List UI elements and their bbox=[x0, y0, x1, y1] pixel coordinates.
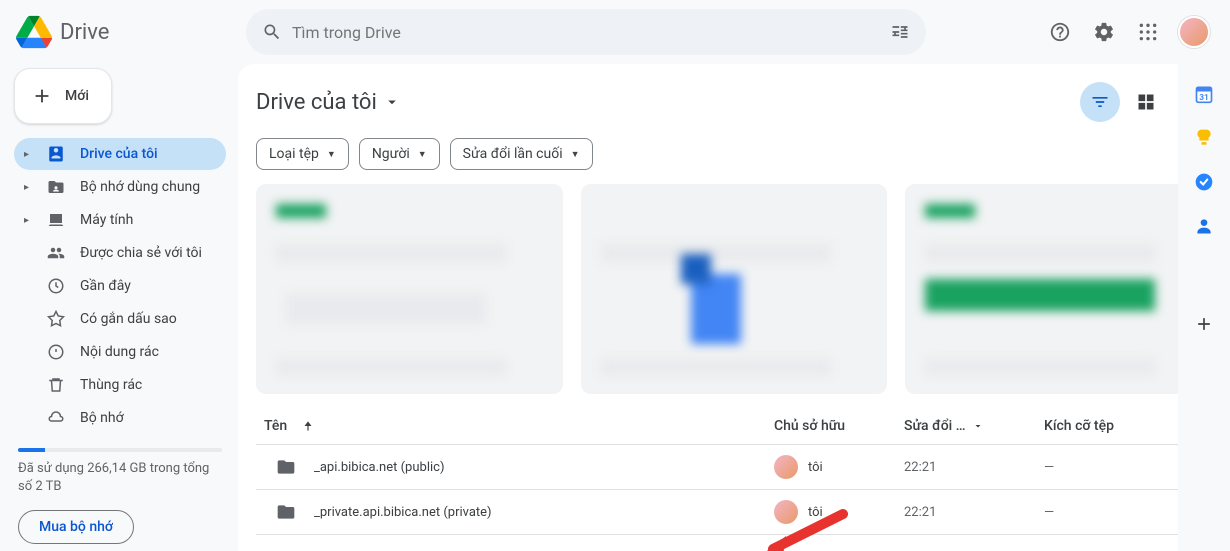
col-owner[interactable]: Chủ sở hữu bbox=[774, 418, 904, 434]
keep-icon[interactable] bbox=[1194, 128, 1214, 148]
sidebar-item-8[interactable]: Bộ nhớ bbox=[14, 402, 226, 434]
nav-label: Máy tính bbox=[80, 212, 133, 228]
preview-card[interactable] bbox=[905, 184, 1212, 394]
sort-asc-icon bbox=[301, 419, 315, 433]
nav-icon bbox=[46, 375, 66, 395]
help-icon[interactable] bbox=[1040, 12, 1080, 52]
nav-label: Được chia sẻ với tôi bbox=[80, 245, 202, 261]
contacts-icon[interactable] bbox=[1194, 216, 1214, 236]
file-name: _private.api.bibica.net (private) bbox=[314, 505, 492, 520]
col-modified[interactable]: Sửa đổi … bbox=[904, 418, 1044, 434]
owner-name: tôi bbox=[808, 460, 823, 475]
sidebar-item-7[interactable]: Thùng rác bbox=[14, 369, 226, 401]
breadcrumb[interactable]: Drive của tôi bbox=[256, 90, 401, 115]
storage-bar bbox=[18, 448, 222, 452]
nav-label: Bộ nhớ bbox=[80, 410, 124, 426]
nav-label: Gần đây bbox=[80, 278, 131, 294]
calendar-icon[interactable]: 31 bbox=[1194, 84, 1214, 104]
nav-icon bbox=[46, 342, 66, 362]
preview-card[interactable] bbox=[256, 184, 563, 394]
filter-chip-1[interactable]: Người▼ bbox=[359, 138, 440, 170]
file-size: — bbox=[1044, 460, 1174, 475]
filter-chip-2[interactable]: Sửa đổi lần cuối▼ bbox=[450, 138, 593, 170]
sidebar-item-6[interactable]: Nội dung rác bbox=[14, 336, 226, 368]
sidebar-item-4[interactable]: Gần đây bbox=[14, 270, 226, 302]
folder-icon bbox=[276, 502, 296, 522]
owner-avatar bbox=[774, 500, 798, 524]
sidebar-item-0[interactable]: ▸ Drive của tôi bbox=[14, 138, 226, 170]
nav-icon bbox=[46, 309, 66, 329]
breadcrumb-label: Drive của tôi bbox=[256, 90, 377, 115]
drive-logo-icon bbox=[16, 14, 52, 50]
nav-label: Nội dung rác bbox=[80, 344, 159, 360]
search-bar[interactable] bbox=[246, 9, 926, 55]
plus-icon bbox=[31, 85, 53, 107]
filter-icon[interactable] bbox=[1080, 82, 1120, 122]
svg-text:31: 31 bbox=[1199, 93, 1209, 103]
add-addon-icon[interactable] bbox=[1194, 314, 1214, 334]
grid-view-icon[interactable] bbox=[1126, 82, 1166, 122]
nav-icon bbox=[46, 177, 66, 197]
chevron-down-icon: ▼ bbox=[327, 149, 336, 160]
suggested-previews bbox=[256, 184, 1212, 394]
caret-icon: ▸ bbox=[24, 215, 36, 226]
preview-card[interactable] bbox=[581, 184, 888, 394]
chevron-down-icon: ▼ bbox=[571, 149, 580, 160]
table-header: Tên Chủ sở hữu Sửa đổi … Kích cỡ tệp bbox=[256, 408, 1212, 445]
sidebar-item-2[interactable]: ▸ Máy tính bbox=[14, 204, 226, 236]
new-button-label: Mới bbox=[65, 88, 89, 104]
chevron-down-icon: ▼ bbox=[418, 149, 427, 160]
storage-text: Đã sử dụng 266,14 GB trong tổng số 2 TB bbox=[14, 460, 226, 496]
sidebar-item-5[interactable]: Có gắn dấu sao bbox=[14, 303, 226, 335]
apps-icon[interactable] bbox=[1128, 12, 1168, 52]
table-row[interactable]: _private.api.bibica.net (private) tôi 22:2… bbox=[256, 490, 1212, 535]
col-name[interactable]: Tên bbox=[264, 418, 774, 434]
filter-chip-0[interactable]: Loại tệp▼ bbox=[256, 138, 349, 170]
owner-name: tôi bbox=[808, 505, 823, 520]
nav-icon bbox=[46, 144, 66, 164]
logo-area[interactable]: Drive bbox=[8, 14, 238, 50]
file-size: — bbox=[1044, 505, 1174, 520]
owner-avatar bbox=[774, 455, 798, 479]
product-name: Drive bbox=[60, 20, 109, 45]
buy-storage-button[interactable]: Mua bộ nhớ bbox=[18, 510, 134, 544]
sidebar-item-1[interactable]: ▸ Bộ nhớ dùng chung bbox=[14, 171, 226, 203]
nav-icon bbox=[46, 210, 66, 230]
nav-icon bbox=[46, 408, 66, 428]
modified-time: 22:21 bbox=[904, 505, 1044, 520]
search-options-icon[interactable] bbox=[880, 12, 920, 52]
search-icon[interactable] bbox=[252, 12, 292, 52]
caret-icon: ▸ bbox=[24, 149, 36, 160]
search-input[interactable] bbox=[292, 23, 880, 42]
nav-label: Drive của tôi bbox=[80, 146, 158, 162]
folder-icon bbox=[276, 457, 296, 477]
nav-label: Bộ nhớ dùng chung bbox=[80, 179, 200, 195]
file-name: _api.bibica.net (public) bbox=[314, 460, 444, 475]
settings-icon[interactable] bbox=[1084, 12, 1124, 52]
nav-label: Có gắn dấu sao bbox=[80, 311, 177, 327]
nav-icon bbox=[46, 243, 66, 263]
nav-label: Thùng rác bbox=[80, 377, 142, 393]
modified-time: 22:21 bbox=[904, 460, 1044, 475]
account-avatar[interactable] bbox=[1178, 16, 1210, 48]
caret-icon: ▸ bbox=[24, 182, 36, 193]
chevron-down-icon bbox=[972, 420, 984, 432]
chevron-down-icon bbox=[383, 93, 401, 111]
tasks-icon[interactable] bbox=[1194, 172, 1214, 192]
sidebar-item-3[interactable]: Được chia sẻ với tôi bbox=[14, 237, 226, 269]
col-size[interactable]: Kích cỡ tệp bbox=[1044, 418, 1174, 434]
table-row[interactable]: _api.bibica.net (public)tôi22:21—⋮ bbox=[256, 445, 1212, 490]
new-button[interactable]: Mới bbox=[14, 68, 112, 124]
nav-icon bbox=[46, 276, 66, 296]
